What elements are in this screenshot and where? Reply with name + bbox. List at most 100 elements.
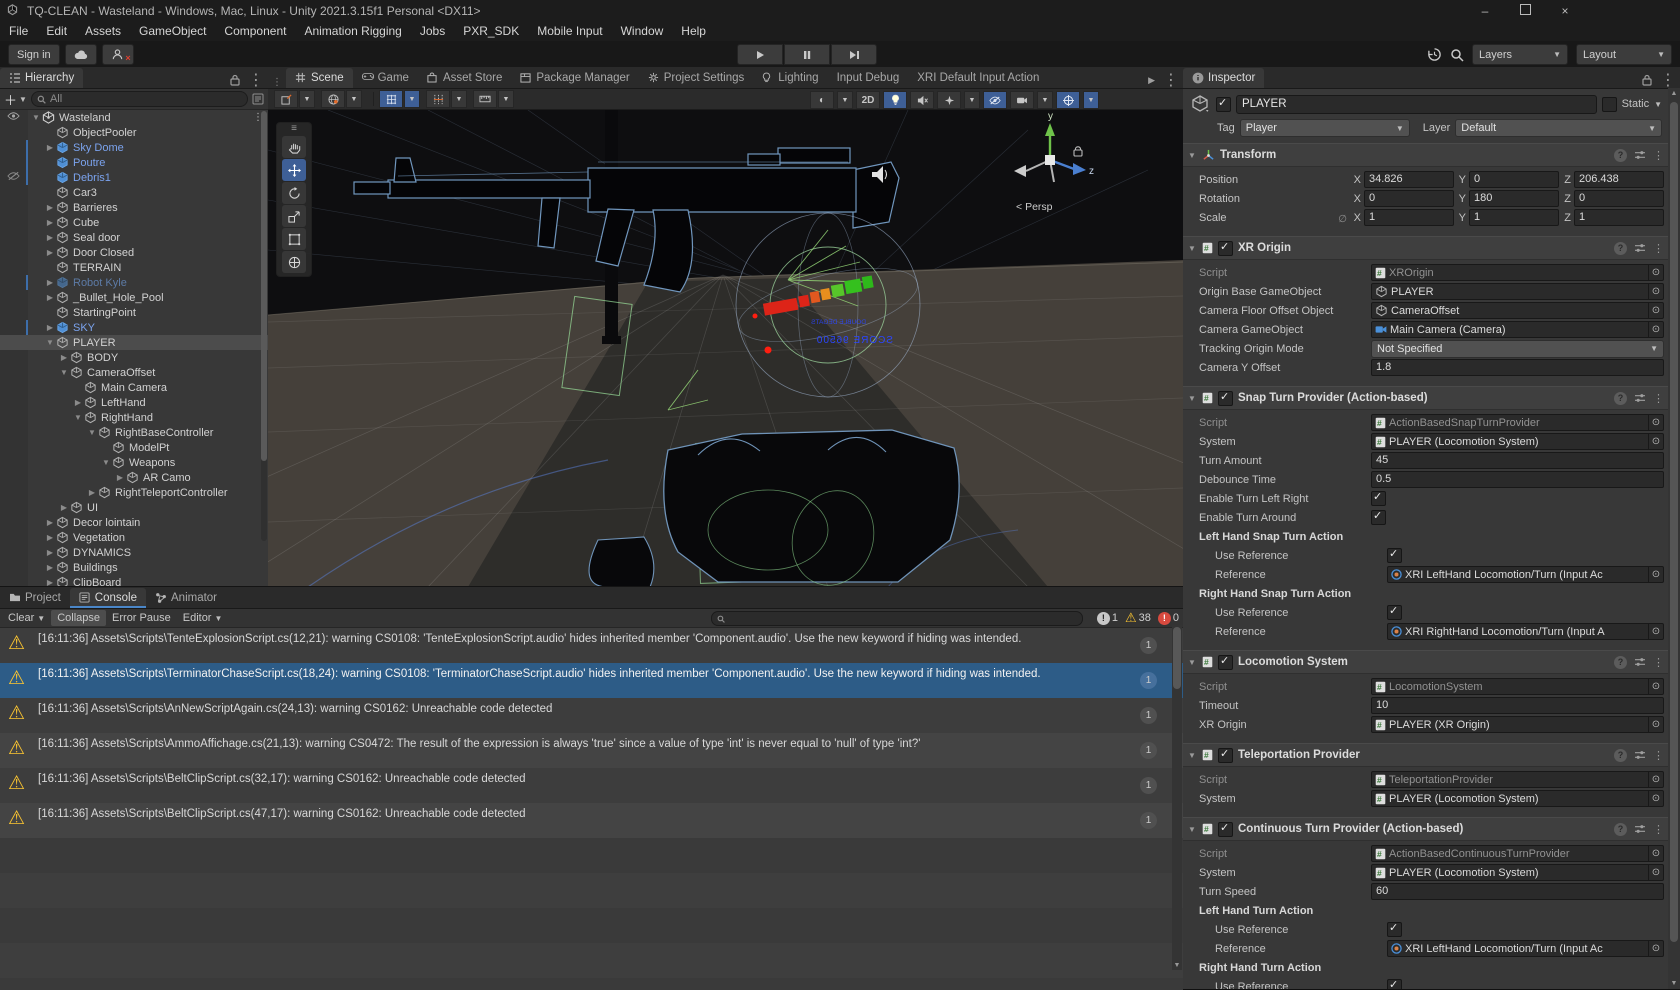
component-enabled-checkbox[interactable] <box>1218 822 1233 837</box>
grid-snap-icon[interactable] <box>379 90 403 108</box>
object-picker-icon[interactable]: ⊙ <box>1648 791 1663 806</box>
rotate-tool[interactable] <box>282 182 306 204</box>
hierarchy-item-barrieres[interactable]: ▶Barrieres <box>0 200 268 215</box>
hierarchy-item-righthand[interactable]: ▼RightHand <box>0 410 268 425</box>
camera-caret[interactable]: ▼ <box>1037 91 1053 109</box>
console-entry[interactable]: ⚠[16:11:36] Assets\Scripts\TerminatorCha… <box>0 663 1183 698</box>
foldout-open-icon[interactable]: ▼ <box>1187 244 1197 253</box>
object-field[interactable]: #PLAYER (Locomotion System)⊙ <box>1371 864 1664 881</box>
transform-tool[interactable] <box>282 251 306 273</box>
object-field[interactable]: #ActionBasedSnapTurnProvider⊙ <box>1371 414 1664 431</box>
console-entry[interactable]: ⚠[16:11:36] Assets\Scripts\TenteExplosio… <box>0 628 1183 663</box>
shading-caret[interactable]: ▼ <box>837 91 853 109</box>
object-picker-icon[interactable]: ⊙ <box>1648 303 1663 318</box>
checkbox[interactable] <box>1371 510 1386 525</box>
object-picker-icon[interactable]: ⊙ <box>1648 624 1663 639</box>
presets-icon[interactable] <box>1634 393 1646 403</box>
hierarchy-item-body[interactable]: ▶BODY <box>0 350 268 365</box>
hierarchy-scrollbar[interactable] <box>261 111 267 541</box>
panel-menu-icon[interactable]: ⋮ <box>248 70 264 90</box>
component-menu-icon[interactable]: ⋮ <box>1653 749 1664 762</box>
text-field[interactable]: 45 <box>1371 452 1664 469</box>
component-menu-icon[interactable]: ⋮ <box>1653 149 1664 162</box>
object-picker-icon[interactable]: ⊙ <box>1648 322 1663 337</box>
lock-icon[interactable] <box>230 74 240 86</box>
pivot-globe-icon[interactable] <box>321 90 345 108</box>
menu-jobs[interactable]: Jobs <box>411 21 454 41</box>
component-header-locomotion-system[interactable]: ▼#Locomotion System?⋮ <box>1183 650 1668 674</box>
help-icon[interactable]: ? <box>1614 823 1627 836</box>
view-hand-tool[interactable] <box>282 136 306 158</box>
console-search-input[interactable] <box>711 611 1083 626</box>
console-entry[interactable]: ⚠[16:11:36] Assets\Scripts\AnNewScriptAg… <box>0 698 1183 733</box>
object-picker-icon[interactable]: ⊙ <box>1648 567 1663 582</box>
inspector-scrollbar[interactable]: ▲ ▼ <box>1668 88 1680 989</box>
layout-dropdown[interactable]: Layout▼ <box>1576 44 1672 65</box>
static-checkbox[interactable] <box>1602 97 1617 112</box>
menu-assets[interactable]: Assets <box>76 21 130 41</box>
hierarchy-item-sky[interactable]: ▶SKY› <box>0 320 268 335</box>
foldout-closed-icon[interactable]: ▶ <box>44 578 56 586</box>
hierarchy-item-startingpoint[interactable]: StartingPoint <box>0 305 268 320</box>
dropdown-field[interactable]: Not Specified▼ <box>1371 340 1664 358</box>
foldout-closed-icon[interactable]: ▶ <box>44 203 56 212</box>
active-checkbox[interactable] <box>1216 97 1231 112</box>
tool-settings-icon[interactable] <box>274 90 298 108</box>
hierarchy-item-ui[interactable]: ▶UI <box>0 500 268 515</box>
component-header-teleportation-provider[interactable]: ▼#Teleportation Provider?⋮ <box>1183 743 1668 767</box>
menu-window[interactable]: Window <box>612 21 673 41</box>
help-icon[interactable]: ? <box>1614 656 1627 669</box>
camera-preview-icon[interactable] <box>1010 91 1034 109</box>
presets-icon[interactable] <box>1634 824 1646 834</box>
panel-menu-icon[interactable]: ⋮ <box>1660 70 1676 90</box>
hierarchy-item-main-camera[interactable]: Main Camera <box>0 380 268 395</box>
foldout-open-icon[interactable]: ▼ <box>1187 151 1197 160</box>
console-entry[interactable]: ⚠[16:11:36] Assets\Scripts\BeltClipScrip… <box>0 803 1183 838</box>
increment-snap-icon[interactable] <box>426 90 450 108</box>
foldout-open-icon[interactable]: ▼ <box>86 428 98 437</box>
hierarchy-item-robot-kyle[interactable]: ▶Robot Kyle <box>0 275 268 290</box>
component-enabled-checkbox[interactable] <box>1218 241 1233 256</box>
component-header-xr-origin[interactable]: ▼#XR Origin?⋮ <box>1183 236 1668 260</box>
foldout-closed-icon[interactable]: ▶ <box>44 323 56 332</box>
hierarchy-item-door-closed[interactable]: ▶Door Closed <box>0 245 268 260</box>
object-picker-icon[interactable]: ⊙ <box>1648 772 1663 787</box>
foldout-closed-icon[interactable]: ▶ <box>72 398 84 407</box>
foldout-open-icon[interactable]: ▼ <box>1187 658 1197 667</box>
lock-icon[interactable] <box>1642 74 1652 86</box>
maximize-button[interactable] <box>1518 4 1532 18</box>
console-entry[interactable]: ⚠[16:11:36] Assets\Scripts\AmmoAffichage… <box>0 733 1183 768</box>
object-field[interactable]: #PLAYER (Locomotion System)⊙ <box>1371 790 1664 807</box>
object-field[interactable]: #PLAYER (XR Origin)⊙ <box>1371 716 1664 733</box>
vector-y-field[interactable]: 180 <box>1469 190 1559 207</box>
link-constrain-icon[interactable]: ∅ <box>1338 214 1347 225</box>
error-count-toggle[interactable]: !0 <box>1158 612 1179 625</box>
object-picker-icon[interactable]: ⊙ <box>1648 434 1663 449</box>
overlay-drag-handle[interactable]: ≡ <box>279 125 309 135</box>
tab-asset-store[interactable]: Asset Store <box>418 68 511 88</box>
static-caret[interactable]: ▼ <box>1654 100 1662 109</box>
foldout-closed-icon[interactable]: ▶ <box>44 248 56 257</box>
hierarchy-item-seal-door[interactable]: ▶Seal door <box>0 230 268 245</box>
hierarchy-item-sky-dome[interactable]: ▶Sky Dome› <box>0 140 268 155</box>
dock-menu-icon[interactable]: ⋮ <box>268 77 286 88</box>
grid-snap-caret[interactable]: ▼ <box>404 90 420 108</box>
menu-animation-rigging[interactable]: Animation Rigging <box>295 21 410 41</box>
hierarchy-item-dynamics[interactable]: ▶DYNAMICS <box>0 545 268 560</box>
tab-inspector[interactable]: Inspector <box>1183 68 1264 88</box>
object-picker-icon[interactable]: ⊙ <box>1648 941 1663 956</box>
foldout-open-icon[interactable]: ▼ <box>1187 825 1197 834</box>
hierarchy-item-debris1[interactable]: Debris1› <box>0 170 268 185</box>
vector-x-field[interactable]: 34.826 <box>1364 171 1454 188</box>
object-field[interactable]: #PLAYER (Locomotion System)⊙ <box>1371 433 1664 450</box>
persp-label[interactable]: < Persp <box>1016 201 1053 213</box>
foldout-closed-icon[interactable]: ▶ <box>44 278 56 287</box>
search-icon[interactable] <box>1450 48 1464 62</box>
foldout-open-icon[interactable]: ▼ <box>44 338 56 347</box>
layer-dropdown[interactable]: Default▼ <box>1455 119 1662 137</box>
foldout-open-icon[interactable]: ▼ <box>72 413 84 422</box>
menu-gameobject[interactable]: GameObject <box>130 21 215 41</box>
checkbox[interactable] <box>1371 491 1386 506</box>
pause-button[interactable] <box>784 44 830 65</box>
tab-lighting[interactable]: Lighting <box>753 68 827 88</box>
